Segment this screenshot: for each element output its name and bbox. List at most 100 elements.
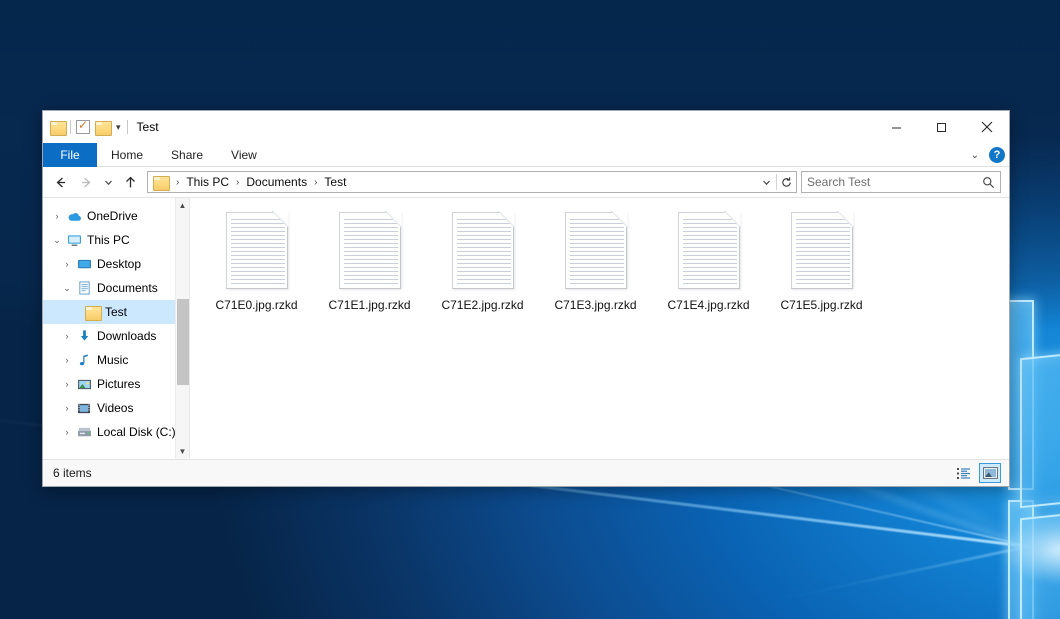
videos-icon [75,402,93,415]
file-name: C71E5.jpg.rzkd [780,298,862,312]
folder-icon[interactable] [50,121,65,134]
ribbon-tab-bar: File Home Share View ⌄ ? [43,143,1009,167]
sidebar-item-onedrive[interactable]: › OneDrive [43,204,189,228]
chevron-right-icon[interactable]: › [59,355,75,365]
sidebar-item-this-pc[interactable]: ⌄ This PC [43,228,189,252]
scroll-down-icon[interactable]: ▼ [176,444,190,459]
navigation-scrollbar[interactable]: ▲ ▼ [175,198,189,459]
back-arrow-icon[interactable] [47,169,73,195]
sidebar-item-label: Videos [93,401,133,415]
large-icons-view-button[interactable] [979,463,1001,483]
tab-home[interactable]: Home [97,143,157,167]
wallpaper-light-ray [773,545,1028,602]
sidebar-item-desktop[interactable]: › Desktop [43,252,189,276]
desktop: ▾ Test File Home Share View [0,0,1060,619]
monitor-icon [65,234,83,247]
generic-file-icon [339,212,401,289]
new-folder-icon[interactable] [95,121,110,134]
chevron-right-icon[interactable]: › [59,331,75,341]
sidebar-item-videos[interactable]: › Videos [43,396,189,420]
file-explorer-window: ▾ Test File Home Share View [42,110,1010,487]
sidebar-item-documents[interactable]: ⌄ Documents [43,276,189,300]
breadcrumb-documents[interactable]: Documents [243,175,310,189]
sidebar-item-label: Local Disk (C:) [93,425,176,439]
tab-share[interactable]: Share [157,143,217,167]
toolbar-divider [70,120,71,134]
chevron-down-icon[interactable]: ⌄ [49,235,65,246]
scroll-up-icon[interactable]: ▲ [176,198,190,213]
breadcrumb-this-pc[interactable]: This PC [183,175,232,189]
minimize-icon[interactable] [874,111,919,143]
chevron-right-icon[interactable]: › [49,211,65,221]
sidebar-item-label: Pictures [93,377,140,391]
list-item[interactable]: C71E5.jpg.rzkd [765,208,878,328]
file-list-area[interactable]: C71E0.jpg.rzkd C71E1.jpg.rzkd [190,198,1009,459]
window-controls [874,111,1009,143]
wallpaper-glow [1000,515,1060,585]
file-name: C71E1.jpg.rzkd [328,298,410,312]
navigation-pane: › OneDrive ⌄ This PC › [43,198,190,459]
sidebar-item-label: Documents [93,281,158,295]
status-bar: 6 items [43,459,1009,486]
breadcrumb-separator: › [232,177,243,188]
breadcrumb-test[interactable]: Test [321,175,349,189]
list-item[interactable]: C71E3.jpg.rzkd [539,208,652,328]
address-bar[interactable]: › This PC › Documents › Test [147,171,797,193]
breadcrumb-separator: › [310,177,321,188]
toolbar-divider [127,120,128,134]
help-icon[interactable]: ? [989,147,1005,163]
close-icon[interactable] [964,111,1009,143]
chevron-right-icon[interactable]: › [59,427,75,437]
sidebar-item-test[interactable]: Test [43,300,189,324]
sidebar-item-pictures[interactable]: › Pictures [43,372,189,396]
up-arrow-icon[interactable] [117,169,143,195]
sidebar-item-local-disk-c[interactable]: › Local Disk (C:) [43,420,189,444]
chevron-right-icon[interactable]: › [59,379,75,389]
windows-logo-pane [1020,506,1060,619]
file-name: C71E3.jpg.rzkd [554,298,636,312]
list-item[interactable]: C71E0.jpg.rzkd [200,208,313,328]
chevron-down-icon[interactable]: ⌄ [59,283,75,294]
forward-arrow-icon[interactable] [73,169,99,195]
scrollbar-track[interactable] [176,213,190,444]
breadcrumb: › This PC › Documents › Test [172,175,757,189]
maximize-icon[interactable] [919,111,964,143]
tab-file[interactable]: File [43,143,97,167]
file-grid: C71E0.jpg.rzkd C71E1.jpg.rzkd [190,198,1009,328]
chevron-right-icon[interactable]: › [59,403,75,413]
navigation-tree: › OneDrive ⌄ This PC › [43,198,189,444]
generic-file-icon [565,212,627,289]
file-name: C71E0.jpg.rzkd [215,298,297,312]
search-input[interactable] [807,175,982,189]
sidebar-item-downloads[interactable]: › Downloads [43,324,189,348]
recent-locations-chevron-icon[interactable] [99,169,117,195]
list-item[interactable]: C71E1.jpg.rzkd [313,208,426,328]
sidebar-item-label: Music [93,353,128,367]
list-item[interactable]: C71E4.jpg.rzkd [652,208,765,328]
details-view-button[interactable] [953,463,975,483]
search-box[interactable] [801,171,1001,193]
quick-access-toolbar: ▾ [50,120,128,134]
tab-view[interactable]: View [217,143,271,167]
properties-icon[interactable] [76,120,90,134]
sidebar-item-label: Test [101,305,127,319]
disk-icon [75,426,93,439]
folder-icon [83,306,101,319]
expand-ribbon-chevron-icon[interactable]: ⌄ [968,150,982,161]
scrollbar-thumb[interactable] [177,299,189,385]
sidebar-item-label: This PC [83,233,130,247]
customize-qat-chevron-icon[interactable]: ▾ [115,123,122,132]
refresh-icon[interactable] [777,172,796,192]
explorer-body: › OneDrive ⌄ This PC › [43,197,1009,459]
view-mode-buttons [953,463,1001,483]
sidebar-item-music[interactable]: › Music [43,348,189,372]
documents-icon [75,281,93,295]
desktop-icon [75,258,93,271]
window-title: Test [137,120,159,134]
list-item[interactable]: C71E2.jpg.rzkd [426,208,539,328]
address-dropdown-icon[interactable] [757,172,776,192]
chevron-right-icon[interactable]: › [59,259,75,269]
address-bar-buttons [757,172,796,192]
sidebar-item-label: Desktop [93,257,141,271]
address-folder-icon [153,176,168,189]
